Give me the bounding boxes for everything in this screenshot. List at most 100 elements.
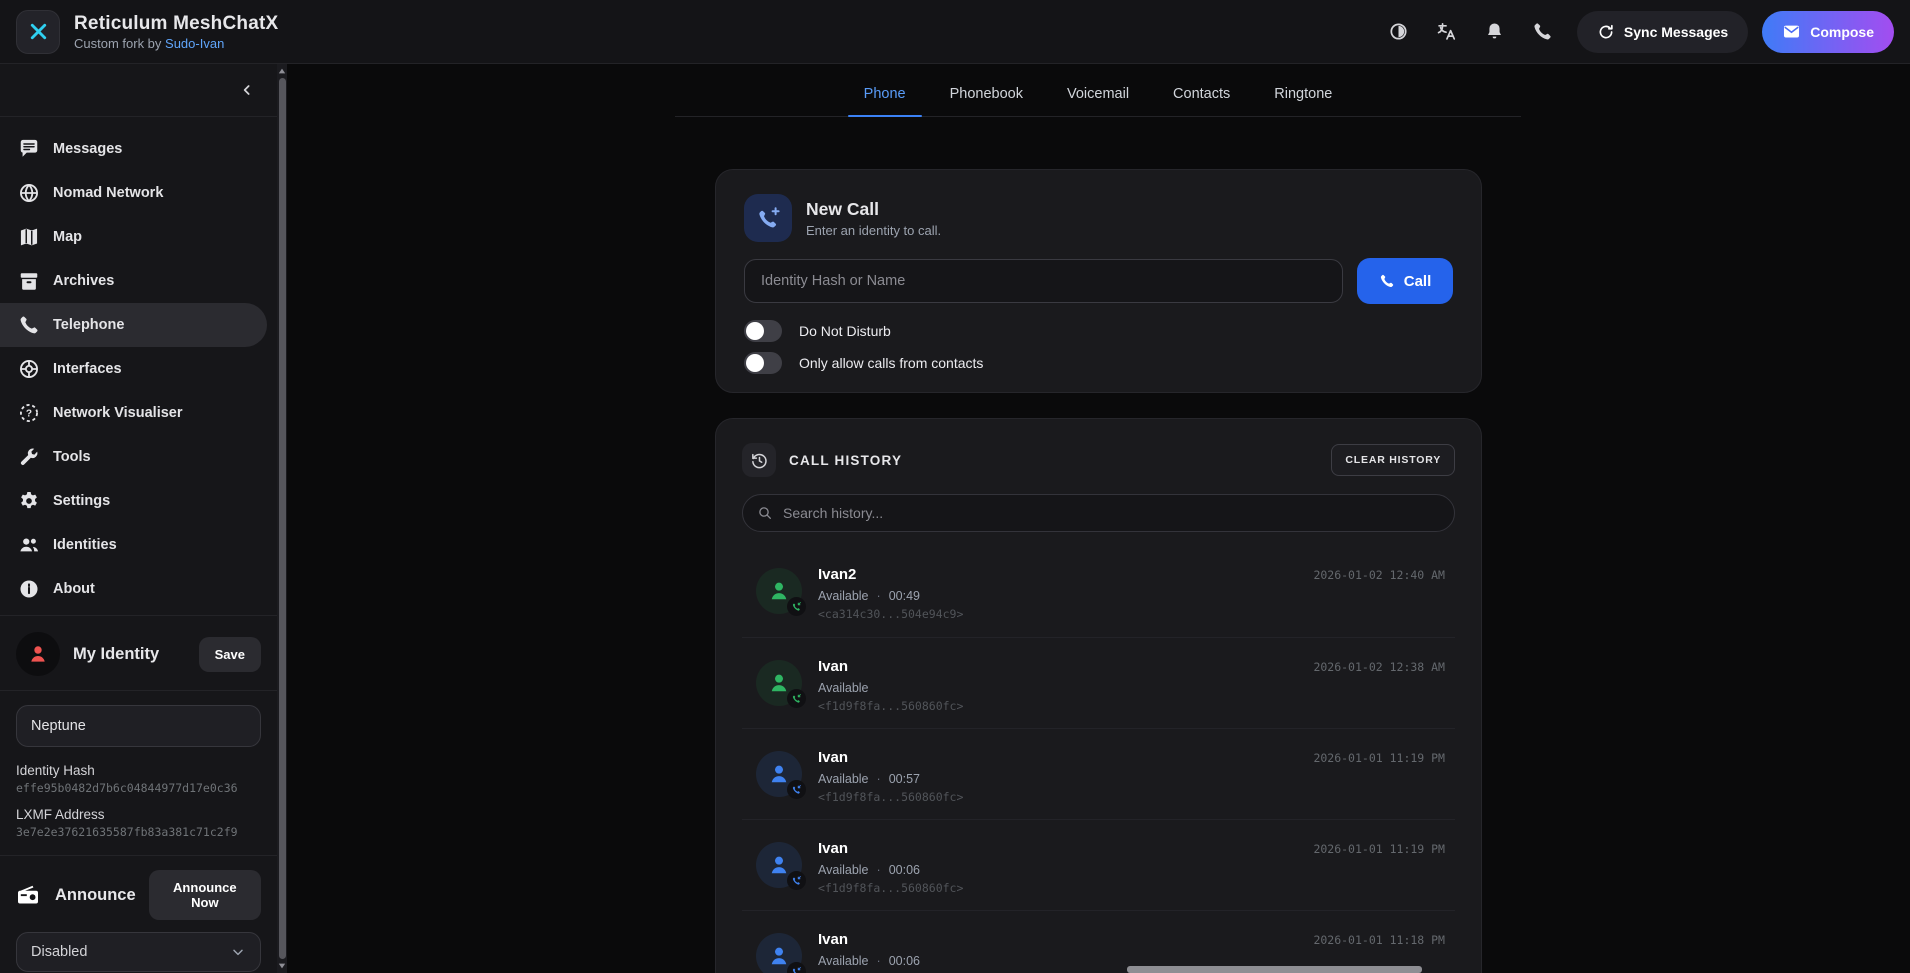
- new-call-title: New Call: [806, 199, 941, 220]
- call-timestamp: 2026-01-02 12:38 AM: [1313, 660, 1445, 674]
- sidebar-item-telephone[interactable]: Telephone: [0, 303, 267, 347]
- settings-icon: [18, 490, 40, 512]
- caller-avatar: [756, 751, 802, 797]
- sidebar-header: [0, 64, 277, 117]
- display-name-input[interactable]: [16, 705, 261, 747]
- tab-phone[interactable]: Phone: [862, 84, 908, 116]
- sidebar-item-label: Messages: [53, 141, 122, 157]
- toggle-switch[interactable]: [744, 320, 782, 342]
- new-call-header: New Call Enter an identity to call.: [744, 194, 1453, 242]
- tab-contacts[interactable]: Contacts: [1171, 84, 1232, 116]
- call-timestamp: 2026-01-02 12:40 AM: [1313, 568, 1445, 582]
- sidebar-item-identities[interactable]: Identities: [0, 523, 267, 567]
- identity-call-input[interactable]: [744, 259, 1343, 303]
- call-history-entry[interactable]: Ivan2 Available · 00:49 <ca314c30...504e…: [742, 546, 1455, 637]
- tab-voicemail[interactable]: Voicemail: [1065, 84, 1131, 116]
- triangle-down-icon: [278, 962, 286, 970]
- phone-icon: [1379, 273, 1395, 289]
- caller-hash: <f1d9f8fa...560860fc>: [818, 699, 1451, 713]
- app-titles: Reticulum MeshChatX Custom fork by Sudo-…: [74, 13, 278, 51]
- sidebar-item-messages[interactable]: Messages: [0, 127, 267, 171]
- search-icon: [757, 505, 773, 521]
- theme-toggle-button[interactable]: [1379, 12, 1419, 52]
- call-history-entry[interactable]: Ivan Available · 00:57 <f1d9f8fa...56086…: [742, 728, 1455, 819]
- phone-incoming-icon: [791, 966, 802, 973]
- horizontal-scrollbar-thumb[interactable]: [1127, 966, 1422, 973]
- toggle-switch[interactable]: [744, 352, 782, 374]
- sidebar-item-label: Telephone: [53, 317, 124, 333]
- tab-phonebook[interactable]: Phonebook: [948, 84, 1025, 116]
- call-history-entry[interactable]: Ivan Available · 00:06 <f1d9f8fa...56086…: [742, 819, 1455, 910]
- sidebar-item-tools[interactable]: Tools: [0, 435, 267, 479]
- lxmf-address-value: 3e7e2e37621635587fb83a381c71c2f9: [16, 825, 261, 839]
- caller-avatar: [756, 568, 802, 614]
- sidebar-nav: Messages Nomad Network Map Archives Tele…: [0, 117, 277, 615]
- call-direction-badge: [787, 689, 806, 708]
- person-icon: [26, 642, 50, 666]
- call-history-header: CALL HISTORY CLEAR HISTORY: [742, 443, 1455, 477]
- sidebar-item-label: Identities: [53, 537, 117, 553]
- toggle-label: Only allow calls from contacts: [799, 355, 983, 371]
- toggle-label: Do Not Disturb: [799, 323, 891, 339]
- tab-bar: Phone Phonebook Voicemail Contacts Ringtone: [675, 84, 1521, 117]
- call-duration: 00:06: [889, 863, 920, 877]
- app-logo: [16, 10, 60, 54]
- sidebar-item-nomad-network[interactable]: Nomad Network: [0, 171, 267, 215]
- call-duration: 00:57: [889, 772, 920, 786]
- phone-icon: [1532, 21, 1553, 42]
- clear-history-button[interactable]: CLEAR HISTORY: [1331, 444, 1455, 476]
- messages-icon: [18, 138, 40, 160]
- sidebar-item-label: Interfaces: [53, 361, 122, 377]
- phone-plus-icon: [756, 206, 780, 230]
- my-identity-title: My Identity: [73, 645, 186, 664]
- call-history-entry[interactable]: Ivan Available <f1d9f8fa...560860fc> 202…: [742, 637, 1455, 728]
- svg-text:?: ?: [26, 409, 32, 420]
- call-timestamp: 2026-01-01 11:18 PM: [1313, 933, 1445, 947]
- toggle-knob: [746, 322, 764, 340]
- app-title: Reticulum MeshChatX: [74, 13, 278, 35]
- sidebar-item-label: Network Visualiser: [53, 405, 183, 421]
- call-timestamp: 2026-01-01 11:19 PM: [1313, 751, 1445, 765]
- phone-incoming-icon: [791, 693, 802, 704]
- sidebar-item-network-visualiser[interactable]: ? Network Visualiser: [0, 391, 267, 435]
- caller-hash: <ca314c30...504e94c9>: [818, 607, 1451, 621]
- call-history-entry[interactable]: Ivan Available · 00:06 2026-01-01 11:18 …: [742, 910, 1455, 973]
- save-button[interactable]: Save: [199, 637, 261, 672]
- sync-messages-button[interactable]: Sync Messages: [1577, 11, 1748, 53]
- compose-button[interactable]: Compose: [1762, 11, 1894, 53]
- announce-now-button[interactable]: Announce Now: [149, 870, 261, 920]
- my-identity-section: My Identity Save Identity Hash effe95b04…: [0, 616, 277, 839]
- phone-incoming-icon: [791, 784, 802, 795]
- scroll-up-arrow[interactable]: [277, 65, 287, 77]
- sidebar-item-map[interactable]: Map: [0, 215, 267, 259]
- notifications-button[interactable]: [1475, 12, 1515, 52]
- history-search-input[interactable]: [783, 505, 1440, 521]
- telephone-icon: [18, 314, 40, 336]
- tab-ringtone[interactable]: Ringtone: [1272, 84, 1334, 116]
- history-search: [742, 494, 1455, 532]
- sidebar-item-interfaces[interactable]: Interfaces: [0, 347, 267, 391]
- sidebar-item-archives[interactable]: Archives: [0, 259, 267, 303]
- caller-hash: <f1d9f8fa...560860fc>: [818, 881, 1451, 895]
- caller-avatar: [756, 933, 802, 973]
- sidebar-item-settings[interactable]: Settings: [0, 479, 267, 523]
- triangle-up-icon: [278, 67, 286, 75]
- separator-dot: ·: [877, 589, 881, 603]
- call-button[interactable]: Call: [1357, 258, 1453, 304]
- call-timestamp: 2026-01-01 11:19 PM: [1313, 842, 1445, 856]
- call-duration: 00:49: [889, 589, 920, 603]
- call-history-card: CALL HISTORY CLEAR HISTORY Ivan2 Availab…: [715, 418, 1482, 973]
- lxmf-address-label: LXMF Address: [16, 807, 261, 822]
- fork-author-link[interactable]: Sudo-Ivan: [165, 36, 224, 51]
- call-duration: 00:06: [889, 954, 920, 968]
- sidebar-item-about[interactable]: About: [0, 567, 267, 611]
- caller-status: Available: [818, 863, 869, 877]
- caller-avatar: [756, 842, 802, 888]
- phone-button[interactable]: [1523, 12, 1563, 52]
- identity-hash-value: effe95b0482d7b6c04844977d17e0c36: [16, 781, 261, 795]
- sidebar-collapse-button[interactable]: [231, 74, 263, 106]
- translate-button[interactable]: [1427, 12, 1467, 52]
- announce-interval-select[interactable]: Disabled: [16, 932, 261, 972]
- sidebar-scrollbar-thumb[interactable]: [279, 78, 286, 959]
- scroll-down-arrow[interactable]: [277, 960, 287, 972]
